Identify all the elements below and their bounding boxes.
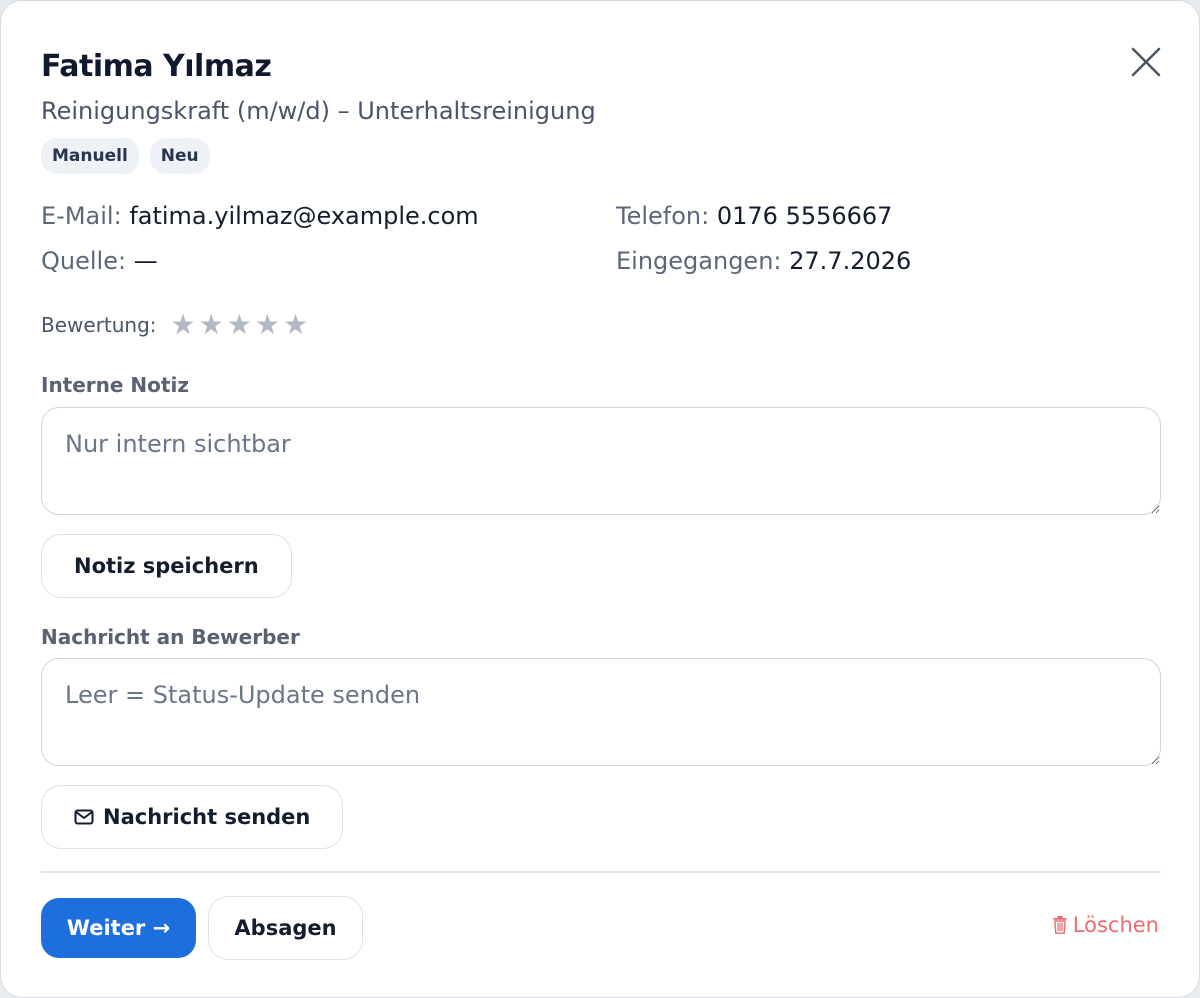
send-message-button[interactable]: Nachricht senden: [41, 785, 344, 849]
star-icon[interactable]: ★: [199, 311, 224, 339]
close-icon: [1131, 47, 1161, 77]
tag-list: Manuell Neu: [41, 138, 210, 174]
source-value: —: [133, 247, 158, 275]
source-label: Quelle:: [41, 247, 127, 275]
internal-note-label: Interne Notiz: [41, 373, 189, 397]
reject-button[interactable]: Absagen: [208, 896, 363, 960]
message-label: Nachricht an Bewerber: [41, 625, 300, 649]
email-label: E-Mail:: [41, 202, 122, 230]
received-value: 27.7.2026: [789, 247, 912, 275]
rating-label: Bewertung:: [41, 313, 157, 337]
delete-button[interactable]: Löschen: [1053, 913, 1159, 937]
internal-note-input[interactable]: [41, 407, 1161, 515]
star-icon[interactable]: ★: [255, 311, 280, 339]
applicant-detail-dialog: Fatima Yılmaz Reinigungskraft (m/w/d) – …: [0, 0, 1200, 998]
star-icon[interactable]: ★: [283, 311, 308, 339]
phone-label: Telefon:: [616, 202, 710, 230]
phone-value: 0176 5556667: [716, 202, 893, 230]
email-row: E-Mail: fatima.yilmaz@example.com: [41, 201, 479, 231]
save-note-label: Notiz speichern: [74, 554, 259, 578]
message-input[interactable]: [41, 658, 1161, 766]
send-message-label: Nachricht senden: [103, 805, 311, 829]
trash-icon: [1053, 916, 1067, 934]
next-button[interactable]: Weiter →: [41, 898, 196, 958]
applicant-position: Reinigungskraft (m/w/d) – Unterhaltsrein…: [41, 97, 596, 125]
delete-label: Löschen: [1072, 913, 1159, 937]
star-icon[interactable]: ★: [171, 311, 196, 339]
tag-source: Manuell: [41, 138, 139, 174]
save-note-button[interactable]: Notiz speichern: [41, 534, 292, 598]
star-icon[interactable]: ★: [227, 311, 252, 339]
mail-icon: [74, 809, 94, 825]
phone-row: Telefon: 0176 5556667: [616, 201, 892, 231]
source-row: Quelle: —: [41, 246, 158, 276]
footer-divider: [41, 871, 1161, 873]
applicant-name: Fatima Yılmaz: [41, 49, 272, 84]
received-row: Eingegangen: 27.7.2026: [616, 246, 911, 276]
received-label: Eingegangen:: [616, 247, 782, 275]
email-value: fatima.yilmaz@example.com: [129, 202, 479, 230]
rating-row: Bewertung: ★ ★ ★ ★ ★: [41, 311, 311, 339]
close-button[interactable]: [1127, 43, 1165, 81]
tag-status: Neu: [149, 138, 210, 174]
